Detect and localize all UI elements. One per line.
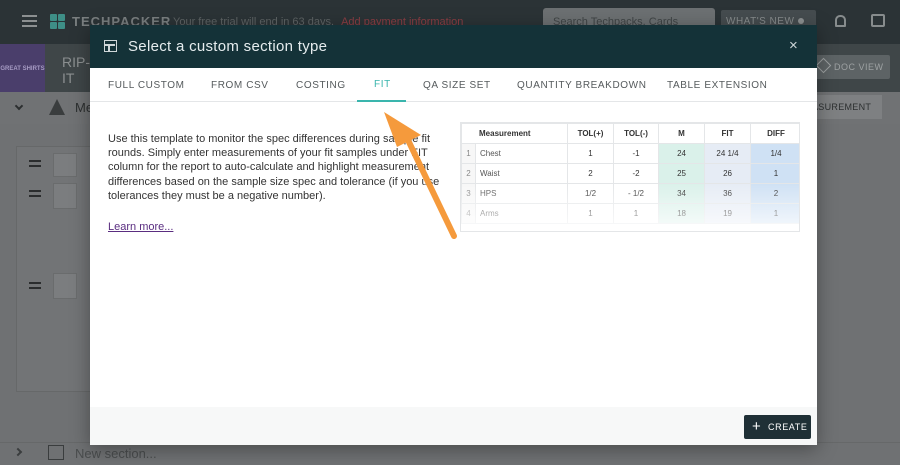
row-index: 4 [461, 203, 476, 224]
image-thumbnail[interactable] [53, 153, 77, 177]
plus-icon: + [752, 418, 762, 435]
diff-cell: 1 [750, 203, 799, 224]
close-icon[interactable]: × [789, 37, 798, 55]
tab-from-csv[interactable]: FROM CSV [211, 80, 269, 91]
fit-cell: 19 [704, 203, 752, 224]
fit-cell: 24 1/4 [704, 143, 752, 164]
tab-qa-size-set[interactable]: QA SIZE SET [423, 80, 491, 91]
section-type-tabs: FULL CUSTOM FROM CSV COSTING FIT QA SIZE… [90, 68, 817, 102]
tab-quantity-breakdown[interactable]: QUANTITY BREAKDOWN [517, 80, 647, 91]
active-tab-indicator [357, 100, 406, 102]
tol-minus-cell: -1 [613, 143, 660, 164]
learn-more-link[interactable]: Learn more... [108, 221, 173, 233]
row-index: 2 [461, 163, 476, 184]
measurement-name: Chest [474, 143, 569, 164]
tol-plus-cell: 2 [567, 163, 615, 184]
table-icon [48, 445, 64, 460]
new-section-input[interactable]: New section... [75, 446, 157, 461]
row-index: 3 [461, 183, 476, 204]
project-title-line2: IT [62, 70, 75, 86]
column-header: FIT [704, 123, 752, 144]
tol-minus-cell: -2 [613, 163, 660, 184]
tab-full-custom[interactable]: FULL CUSTOM [108, 80, 185, 91]
preview-table: Measurement TOL(+) TOL(-) M FIT DIFF 1 C… [461, 123, 799, 224]
drag-handle-icon[interactable] [29, 160, 41, 167]
hamburger-menu-icon[interactable] [22, 15, 37, 27]
image-thumbnail[interactable] [53, 183, 77, 209]
preview-header-row: Measurement TOL(+) TOL(-) M FIT DIFF [461, 123, 799, 144]
table-row: 3 HPS 1/2 - 1/2 34 36 2 [461, 183, 799, 204]
project-title-line1: RIP- [62, 54, 90, 70]
tol-minus-cell: 1 [613, 203, 660, 224]
project-title: RIP- IT [62, 54, 90, 86]
tol-plus-cell: 1 [567, 143, 615, 164]
tab-table-extension[interactable]: TABLE EXTENSION [667, 80, 768, 91]
create-button-label: CREATE [768, 422, 808, 432]
add-measurement-button[interactable]: ASUREMENT [806, 95, 882, 119]
notification-dot-icon [798, 18, 805, 24]
tol-minus-cell: - 1/2 [613, 183, 660, 204]
tab-costing[interactable]: COSTING [296, 80, 346, 91]
size-m-cell: 18 [658, 203, 706, 224]
drag-handle-icon[interactable] [29, 282, 41, 289]
diff-cell: 2 [750, 183, 799, 204]
measurement-name: Arms [474, 203, 569, 224]
tol-plus-cell: 1/2 [567, 183, 615, 204]
table-row: 1 Chest 1 -1 24 24 1/4 1/4 [461, 143, 799, 164]
fit-cell: 36 [704, 183, 752, 204]
fit-template-preview: Measurement TOL(+) TOL(-) M FIT DIFF 1 C… [460, 122, 800, 232]
size-m-cell: 25 [658, 163, 706, 184]
size-m-cell: 24 [658, 143, 706, 164]
dialog-header: Select a custom section type × [90, 25, 817, 68]
chat-icon[interactable] [871, 14, 885, 27]
measurement-name: HPS [474, 183, 569, 204]
measurement-name: Waist [474, 163, 569, 184]
ruler-icon [49, 99, 65, 115]
column-header: M [658, 123, 706, 144]
dialog-title: Select a custom section type [128, 38, 328, 55]
fit-cell: 26 [704, 163, 752, 184]
tab-fit[interactable]: FIT [374, 79, 391, 90]
brand-logo-tile[interactable]: GREAT SHIRTS [0, 44, 45, 92]
image-thumbnail[interactable] [53, 273, 77, 299]
table-row: 2 Waist 2 -2 25 26 1 [461, 163, 799, 184]
bell-icon[interactable] [835, 15, 846, 27]
table-row: 4 Arms 1 1 18 19 1 [461, 203, 799, 224]
row-index: 1 [461, 143, 476, 164]
diff-cell: 1 [750, 163, 799, 184]
dialog-footer [90, 407, 817, 445]
column-header: TOL(-) [613, 123, 660, 144]
drag-handle-icon[interactable] [29, 190, 41, 197]
column-header: TOL(+) [567, 123, 615, 144]
create-button[interactable]: + CREATE [744, 415, 811, 439]
column-header: Measurement [461, 123, 569, 144]
template-description: Use this template to monitor the spec di… [108, 133, 440, 202]
custom-section-type-dialog: Select a custom section type × FULL CUST… [90, 25, 817, 445]
tol-plus-cell: 1 [567, 203, 615, 224]
techpacker-logo-icon [50, 14, 65, 29]
column-header: DIFF [750, 123, 799, 144]
table-layout-icon [104, 40, 117, 52]
diff-cell: 1/4 [750, 143, 799, 164]
size-m-cell: 34 [658, 183, 706, 204]
